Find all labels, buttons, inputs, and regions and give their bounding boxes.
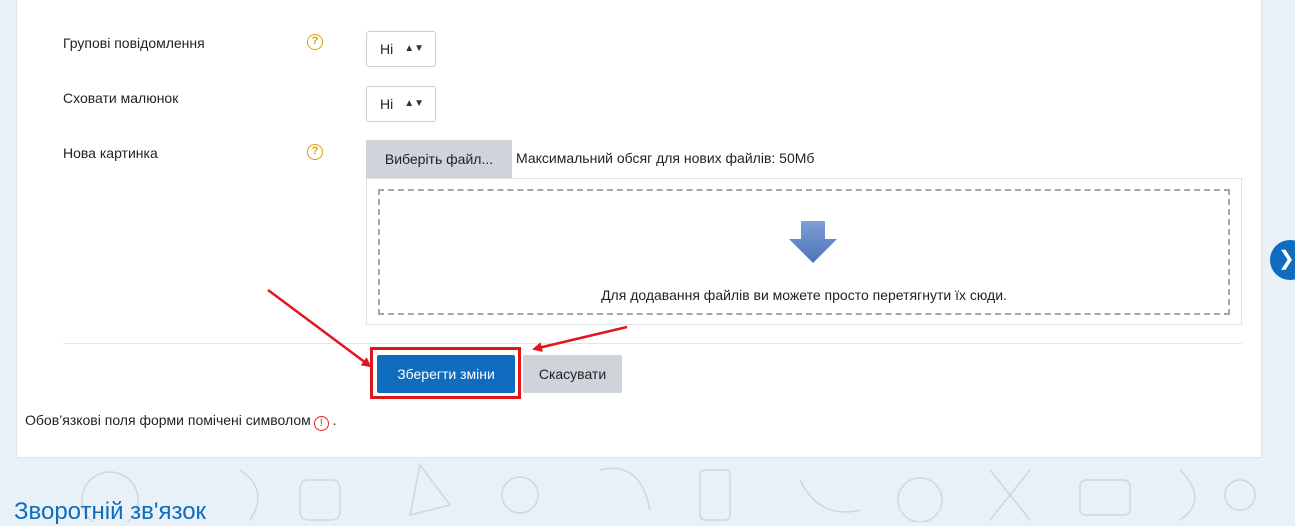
updown-caret-icon: ▲▼ <box>404 43 424 54</box>
drop-hint-text: Для додавання файлів ви можете просто пе… <box>601 287 1007 303</box>
cancel-button[interactable]: Скасувати <box>523 355 622 393</box>
form-divider <box>63 343 1242 344</box>
hide-picture-value: Ні <box>380 96 394 112</box>
dropzone-dashed-area[interactable]: Для додавання файлів ви можете просто пе… <box>378 189 1230 315</box>
question-circle-icon[interactable]: ? <box>307 34 323 50</box>
new-picture-label: Нова картинка <box>63 145 158 161</box>
file-dropzone[interactable]: Для додавання файлів ви можете просто пе… <box>366 178 1242 325</box>
hide-picture-select[interactable]: Ні ▲▼ <box>366 86 436 122</box>
save-highlight-box <box>370 347 521 399</box>
hide-picture-label: Сховати малюнок <box>63 90 179 106</box>
choose-file-button[interactable]: Виберіть файл... <box>366 140 512 178</box>
required-note-text: Обов’язкові поля форми помічені символом <box>25 412 311 428</box>
required-note-suffix: . <box>328 412 337 428</box>
required-fields-note: Обов’язкові поля форми помічені символом… <box>25 412 337 431</box>
group-messages-value: Ні <box>380 41 394 57</box>
question-circle-icon[interactable]: ? <box>307 144 323 160</box>
down-arrow-icon <box>789 221 837 263</box>
exclamation-circle-icon: ! <box>313 416 329 431</box>
group-messages-select[interactable]: Ні ▲▼ <box>366 31 436 67</box>
max-size-text: Максимальний обсяг для нових файлів: 50М… <box>516 150 815 166</box>
group-messages-label: Групові повідомлення <box>63 35 205 51</box>
updown-caret-icon: ▲▼ <box>404 98 424 109</box>
